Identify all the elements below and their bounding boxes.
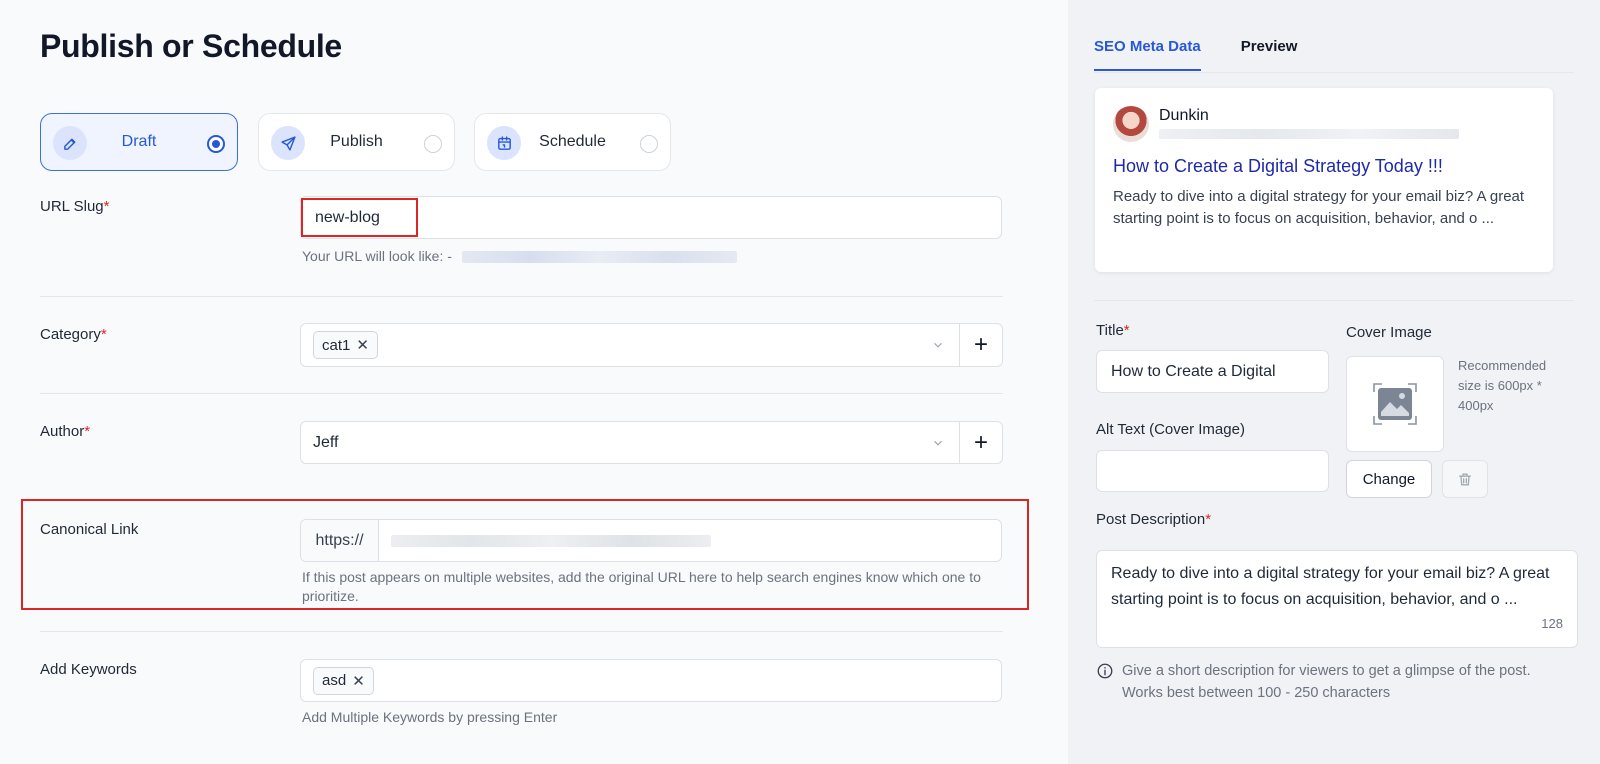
mode-card-draft[interactable]: Draft — [40, 113, 238, 171]
add-category-button[interactable]: + — [959, 323, 1003, 367]
tab-seo-meta-data[interactable]: SEO Meta Data — [1094, 38, 1201, 71]
seo-title-input[interactable]: How to Create a Digital — [1096, 350, 1329, 393]
search-preview-card: Dunkin How to Create a Digital Strategy … — [1095, 88, 1553, 272]
seo-panel: SEO Meta Data Preview Dunkin How to Crea… — [1068, 0, 1600, 764]
url-slug-label: URL Slug* — [40, 198, 110, 215]
preview-title: How to Create a Digital Strategy Today !… — [1113, 156, 1443, 176]
author-select[interactable]: Jeff — [300, 421, 960, 464]
preview-url-redacted — [1159, 129, 1459, 139]
divider — [1094, 300, 1574, 301]
category-select[interactable]: cat1 ✕ — [300, 323, 960, 367]
info-icon — [1097, 663, 1113, 679]
add-author-button[interactable]: + — [959, 421, 1003, 464]
alt-text-label: Alt Text (Cover Image) — [1096, 421, 1245, 438]
alt-text-input[interactable] — [1096, 450, 1329, 492]
seo-title-label: Title* — [1096, 322, 1130, 339]
page-title: Publish or Schedule — [40, 28, 342, 64]
canonical-url-redacted[interactable] — [391, 534, 711, 547]
divider — [40, 296, 1003, 297]
keywords-hint: Add Multiple Keywords by pressing Enter — [302, 709, 558, 725]
mode-card-schedule[interactable]: Schedule — [474, 113, 671, 171]
category-tag: cat1 ✕ — [313, 331, 378, 359]
remove-tag-icon[interactable]: ✕ — [352, 672, 365, 690]
preview-description: Ready to dive into a digital strategy fo… — [1113, 188, 1525, 227]
chevron-down-icon[interactable] — [931, 436, 945, 450]
seo-tabs: SEO Meta Data Preview — [1094, 38, 1297, 71]
chevron-down-icon[interactable] — [931, 338, 945, 352]
trash-icon — [1459, 473, 1471, 485]
cover-image-label: Cover Image — [1346, 324, 1432, 341]
divider — [40, 631, 1003, 632]
change-cover-button[interactable]: Change — [1346, 460, 1432, 498]
delete-cover-button[interactable] — [1442, 460, 1488, 498]
divider — [40, 393, 1003, 394]
url-preview-redacted — [461, 251, 737, 264]
category-label: Category* — [40, 326, 107, 343]
tab-underline — [1094, 72, 1574, 73]
tab-preview[interactable]: Preview — [1241, 38, 1298, 71]
author-value: Jeff — [313, 433, 339, 451]
character-count: 128 — [1541, 616, 1563, 631]
radio-schedule[interactable] — [640, 135, 658, 153]
cover-image-hint: Recommended size is 600px * 400px — [1458, 358, 1547, 413]
preview-author: Dunkin — [1159, 107, 1209, 124]
canonical-input-group[interactable]: https:// — [300, 519, 1002, 562]
keyword-tag: asd ✕ — [313, 666, 374, 695]
avatar — [1113, 106, 1149, 142]
canonical-hint: If this post appears on multiple website… — [302, 569, 981, 604]
keywords-input[interactable]: asd ✕ — [300, 659, 1002, 702]
cover-image-upload[interactable] — [1346, 356, 1444, 452]
post-description-textarea[interactable]: Ready to dive into a digital strategy fo… — [1096, 550, 1578, 648]
mode-card-publish[interactable]: Publish — [258, 113, 455, 171]
post-description-label: Post Description* — [1096, 511, 1212, 528]
url-slug-hint: Your URL will look like: - — [302, 247, 737, 266]
remove-tag-icon[interactable]: ✕ — [356, 336, 369, 354]
url-slug-highlight — [301, 198, 418, 237]
author-label: Author* — [40, 423, 91, 440]
canonical-prefix: https:// — [301, 520, 379, 561]
description-info: Give a short description for viewers to … — [1096, 660, 1566, 704]
radio-publish[interactable] — [424, 135, 442, 153]
image-placeholder-icon — [1373, 383, 1417, 425]
publish-panel: Publish or Schedule Draft Publish Schedu… — [0, 0, 1068, 764]
radio-draft[interactable] — [207, 135, 225, 153]
canonical-label: Canonical Link — [40, 521, 139, 538]
keywords-label: Add Keywords — [40, 661, 137, 678]
